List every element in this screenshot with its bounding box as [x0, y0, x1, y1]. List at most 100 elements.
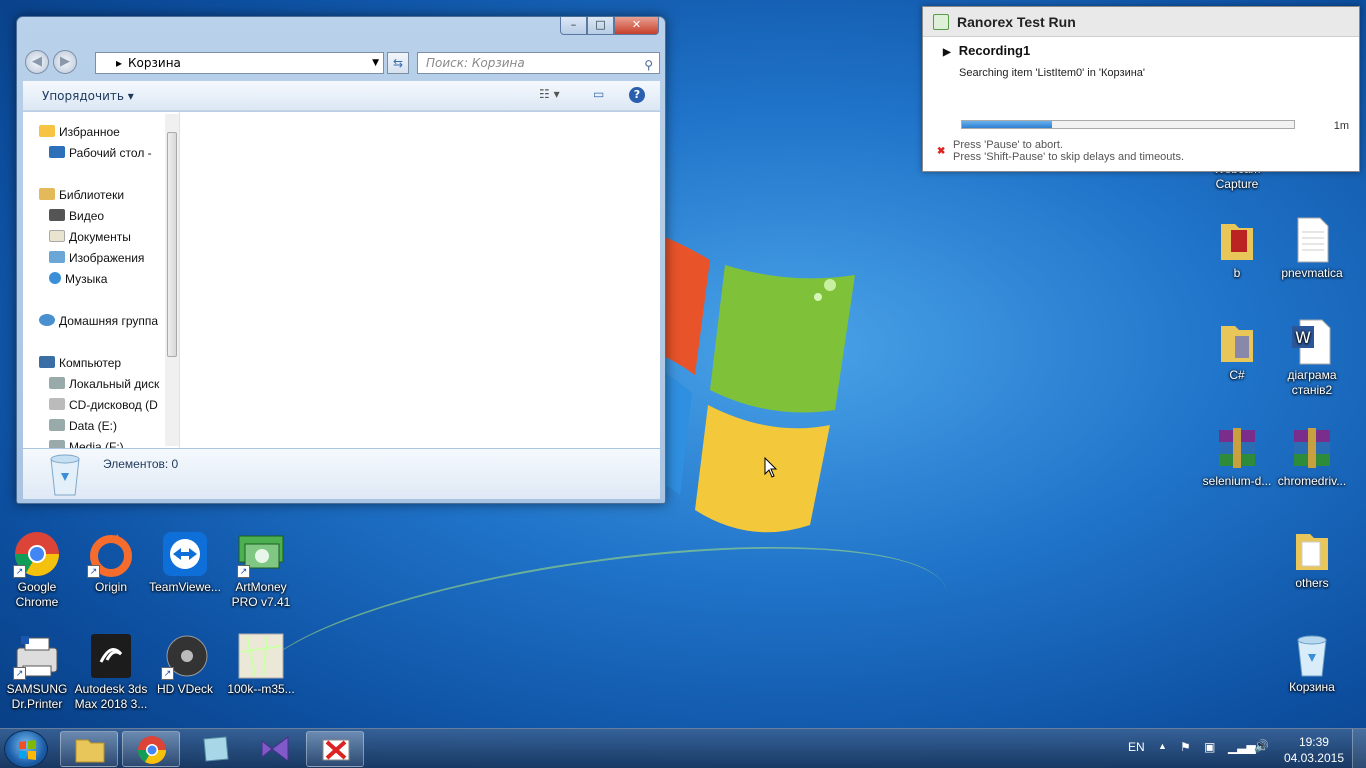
refresh-button[interactable]: ⇆ — [387, 52, 409, 74]
windows-logo-wallpaper — [640, 225, 870, 555]
nav-media-f[interactable]: Media (F:) — [49, 438, 124, 448]
nav-homegroup[interactable]: Домашняя группа — [39, 312, 158, 330]
taskbar-visualstudio[interactable] — [246, 731, 304, 767]
desktop-icon-label: selenium-d... — [1202, 474, 1272, 488]
teamviewer-icon — [161, 530, 209, 578]
maximize-button[interactable]: □ — [587, 17, 614, 35]
desktop-icon-b[interactable]: b — [1200, 216, 1274, 281]
desktop-icon-selenium[interactable]: selenium-d... — [1200, 424, 1274, 489]
ranorex-icon — [322, 739, 350, 761]
mouse-cursor-icon — [764, 456, 778, 482]
desktop-icon-label: Корзина — [1289, 680, 1335, 694]
desktop-icon-samsung[interactable]: ↗ SAMSUNG Dr.Printer — [0, 632, 74, 712]
nav-video[interactable]: Видео — [49, 207, 104, 225]
desktop-icon-label: pnevmatica — [1281, 266, 1343, 280]
search-input[interactable]: Поиск: Корзина ⚲ — [417, 52, 660, 74]
taskbar-ranorex[interactable] — [306, 731, 364, 767]
preview-pane-icon[interactable]: ▭ — [593, 87, 604, 101]
nav-label: Media (F:) — [69, 440, 124, 448]
desktop-icon-others[interactable]: others — [1275, 526, 1349, 591]
nav-favorites[interactable]: Избранное — [39, 123, 120, 141]
desktop-icon-teamviewer[interactable]: TeamViewe... — [148, 530, 222, 595]
action-center-icon[interactable]: ⚑ — [1180, 740, 1191, 754]
folder-icon — [75, 739, 105, 763]
desktop-icon — [49, 146, 65, 158]
computer-icon — [39, 356, 55, 368]
desktop-icon-label: Autodesk 3ds Max 2018 3... — [74, 682, 148, 711]
back-button[interactable]: ◀ — [25, 50, 49, 74]
nav-desktop[interactable]: Рабочий стол - — [49, 144, 152, 162]
search-icon: ⚲ — [644, 58, 653, 72]
help-icon[interactable]: ? — [629, 87, 645, 103]
taskbar-chrome[interactable] — [122, 731, 180, 767]
progress-bar — [961, 120, 1295, 129]
money-icon: ↗ — [237, 530, 285, 578]
explorer-window[interactable]: – □ ✕ ◀ ▶ ▸ Корзина ▼ ⇆ Поиск: Корзина ⚲ … — [16, 16, 666, 504]
hard-drive-icon — [49, 440, 65, 448]
nav-label: Data (E:) — [69, 419, 118, 433]
desktop-icon-label: 100k--m35... — [227, 682, 295, 696]
desktop-icon-artmoney[interactable]: ↗ ArtMoney PRO v7.41 — [224, 530, 298, 610]
windows-flag-icon — [19, 740, 36, 760]
taskbar-explorer[interactable] — [60, 731, 118, 767]
close-button[interactable]: ✕ — [614, 17, 659, 35]
show-hidden-icons-button[interactable]: ▲ — [1158, 741, 1167, 751]
chrome-icon — [138, 736, 166, 764]
taskbar: EN ▲ ⚑ ▣ ▁▃▅ 🔊 19:39 04.03.2015 — [0, 728, 1366, 768]
desktop-icon-diagram[interactable]: W діаграма станів2 — [1275, 318, 1349, 398]
language-indicator[interactable]: EN — [1128, 740, 1145, 754]
nav-images[interactable]: Изображения — [49, 249, 144, 267]
desktop-icon-recycle-bin[interactable]: Корзина — [1275, 630, 1349, 695]
ranorex-title: Ranorex Test Run — [957, 14, 1076, 30]
taskbar-notes[interactable] — [186, 731, 244, 767]
scrollbar-thumb[interactable] — [167, 132, 177, 357]
chrome-icon: ↗ — [13, 530, 61, 578]
music-icon — [49, 272, 61, 284]
recording-name: Recording1 — [958, 43, 1031, 58]
desktop-icon-chromedriver[interactable]: chromedriv... — [1275, 424, 1349, 489]
desktop-icon-pnevmatica[interactable]: pnevmatica — [1275, 216, 1349, 281]
clock[interactable]: 19:39 04.03.2015 — [1284, 734, 1344, 766]
nav-local-disk[interactable]: Локальный диск — [49, 375, 159, 393]
nav-data-e[interactable]: Data (E:) — [49, 417, 117, 435]
chevron-down-icon[interactable]: ▼ — [372, 53, 379, 73]
start-button[interactable] — [4, 730, 48, 768]
desktop-icon-label: ArtMoney PRO v7.41 — [231, 580, 291, 609]
desktop-icon-label: b — [1233, 266, 1241, 280]
desktop-icon-map[interactable]: 100k--m35... — [224, 632, 298, 697]
folder-icon — [1213, 216, 1261, 264]
desktop-icon-csharp[interactable]: C# — [1200, 318, 1274, 383]
homegroup-icon — [39, 314, 55, 326]
nav-computer[interactable]: Компьютер — [39, 354, 121, 372]
nav-scrollbar[interactable] — [165, 114, 179, 446]
minimize-button[interactable]: – — [560, 17, 587, 35]
organize-button[interactable]: Упорядочить ▾ — [42, 89, 134, 103]
ranorex-header: Ranorex Test Run — [923, 7, 1359, 37]
nav-cd-drive[interactable]: CD-дисковод (D — [49, 396, 158, 414]
desktop-icon-chrome[interactable]: ↗ Google Chrome — [0, 530, 74, 610]
video-icon — [49, 209, 65, 221]
address-bar[interactable]: ▸ Корзина ▼ — [95, 52, 384, 74]
volume-icon[interactable]: 🔊 — [1254, 739, 1269, 753]
printer-icon: ↗ — [13, 632, 61, 680]
winrar-archive-icon — [1213, 424, 1261, 472]
desktop-icon-autodesk[interactable]: Autodesk 3ds Max 2018 3... — [74, 632, 148, 712]
text-file-icon — [1288, 216, 1336, 264]
3dsmax-icon — [87, 632, 135, 680]
window-controls: – □ ✕ — [560, 17, 659, 35]
nav-music[interactable]: Музыка — [49, 270, 107, 288]
desktop-icon-hdvdeck[interactable]: ↗ HD VDeck — [148, 632, 222, 697]
ranorex-icon — [933, 14, 949, 30]
show-desktop-button[interactable] — [1352, 729, 1366, 768]
desktop-icon-origin[interactable]: ↗ Origin — [74, 530, 148, 595]
network-icon[interactable]: ▁▃▅ — [1228, 740, 1256, 754]
device-icon[interactable]: ▣ — [1204, 740, 1215, 754]
nav-label: Видео — [69, 209, 105, 223]
nav-libraries[interactable]: Библиотеки — [39, 186, 124, 204]
clock-time: 19:39 — [1298, 735, 1329, 749]
desktop-icon-label: Origin — [94, 580, 127, 594]
view-options-icon[interactable]: ☷ ▾ — [539, 87, 560, 101]
nav-documents[interactable]: Документы — [49, 228, 131, 246]
shortcut-arrow-icon: ↗ — [161, 667, 174, 680]
forward-button[interactable]: ▶ — [53, 50, 77, 74]
